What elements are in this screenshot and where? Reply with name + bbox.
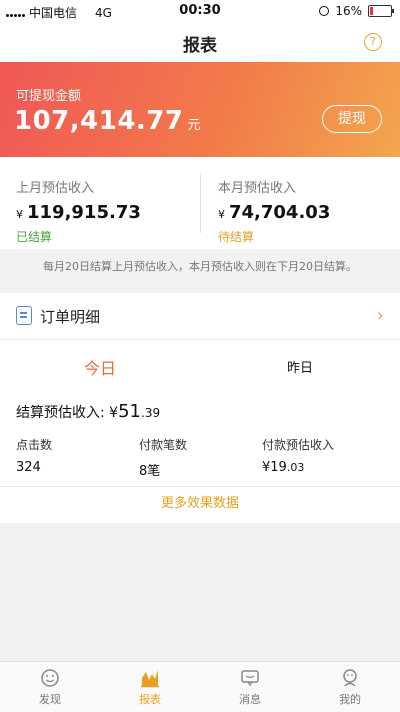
stat-payments-value: 8笔 — [139, 464, 161, 479]
stat-clicks: 点击数 324 — [16, 436, 52, 475]
settle-estimate: 结算预估收入: ¥51.39 — [0, 388, 400, 428]
tabbar-label-message: 消息 — [239, 693, 261, 706]
income-summary: 上月预估收入 ¥119,915.73 已结算 本月预估收入 ¥74,704.03… — [0, 157, 400, 249]
orientation-lock-icon — [319, 6, 330, 16]
settle-value-dec: .39 — [141, 406, 161, 420]
balance-label: 可提现金额 — [16, 89, 82, 104]
last-month-value-row: ¥119,915.73 — [16, 202, 141, 223]
settle-currency: ¥ — [109, 405, 119, 421]
this-month-value-row: ¥74,704.03 — [218, 202, 330, 223]
last-month-value: 119,915.73 — [27, 202, 141, 223]
day-tabs: 今日 昨日 — [0, 340, 400, 388]
paid-income-int: 19 — [270, 460, 287, 475]
paid-income-dec: .03 — [286, 461, 305, 474]
stat-paid-income-value: ¥19.03 — [262, 460, 334, 475]
balance-unit: 元 — [187, 118, 201, 133]
stat-clicks-label: 点击数 — [16, 438, 53, 452]
help-icon[interactable]: ? — [364, 33, 382, 51]
tabbar-item-profile[interactable]: 我的 — [300, 668, 400, 707]
tabbar-item-discover[interactable]: 发现 — [0, 668, 100, 707]
tabbar-label-discover: 发现 — [39, 693, 61, 706]
stat-payments-label: 付款笔数 — [139, 438, 188, 452]
more-data-link[interactable]: 更多效果数据 — [0, 487, 400, 523]
this-month-value: 74,704.03 — [229, 202, 331, 223]
income-divider — [200, 173, 201, 233]
order-document-icon — [16, 306, 32, 325]
tab-today[interactable]: 今日 — [0, 355, 200, 379]
tabbar-item-message[interactable]: 消息 — [200, 668, 300, 707]
settle-estimate-label: 结算预估收入: — [16, 405, 105, 421]
bottom-tab-bar: 发现 报表 消息 我的 — [0, 661, 400, 712]
battery-fill — [370, 7, 373, 15]
stat-paid-income-label: 付款预估收入 — [262, 438, 335, 452]
stat-clicks-value: 324 — [16, 460, 41, 475]
discover-icon — [40, 668, 60, 688]
settle-estimate-row: 结算预估收入: ¥51.39 — [16, 401, 160, 422]
profile-icon — [340, 668, 360, 688]
balance-banner: 可提现金额 107,414.77 元 提现 — [0, 62, 400, 157]
status-right: 16% — [319, 4, 394, 18]
balance-amount: 107,414.77 元 — [14, 106, 201, 136]
this-month-label: 本月预估收入 — [218, 181, 297, 196]
battery-percent: 16% — [335, 4, 362, 18]
tab-yesterday[interactable]: 昨日 — [200, 357, 400, 376]
status-bar: 中国电信 4G 00:30 16% — [0, 0, 400, 22]
this-month-income: 本月预估收入 ¥74,704.03 待结算 — [218, 177, 330, 245]
last-month-label: 上月预估收入 — [16, 181, 95, 196]
last-month-currency: ¥ — [16, 208, 23, 221]
stat-payments: 付款笔数 8笔 — [139, 436, 187, 479]
last-month-income: 上月预估收入 ¥119,915.73 已结算 — [16, 177, 141, 245]
stat-paid-income: 付款预估收入 ¥19.03 — [262, 436, 334, 475]
chevron-right-icon[interactable]: › — [377, 307, 384, 325]
settlement-note: 每月20日结算上月预估收入，本月预估收入则在下月20日结算。 — [0, 249, 400, 285]
report-icon — [140, 668, 160, 688]
order-details-row[interactable]: 订单明细 › — [0, 293, 400, 340]
this-month-currency: ¥ — [218, 208, 225, 221]
last-month-status: 已结算 — [16, 230, 53, 244]
settle-value-int: 51 — [118, 401, 141, 422]
nav-bar: 报表 ? — [0, 22, 400, 62]
balance-value: 107,414.77 — [14, 106, 184, 136]
page-title: 报表 — [183, 36, 217, 56]
order-details-title: 订单明细 — [40, 308, 101, 326]
tabbar-label-profile: 我的 — [339, 693, 361, 706]
stats-row: 点击数 324 付款笔数 8笔 付款预估收入 ¥19.03 — [0, 428, 400, 487]
tabbar-label-report: 报表 — [139, 693, 161, 706]
withdraw-button[interactable]: 提现 — [322, 105, 382, 133]
tabbar-item-report[interactable]: 报表 — [100, 668, 200, 707]
this-month-status: 待结算 — [218, 230, 255, 244]
message-icon — [240, 668, 260, 688]
battery-icon — [368, 5, 394, 17]
